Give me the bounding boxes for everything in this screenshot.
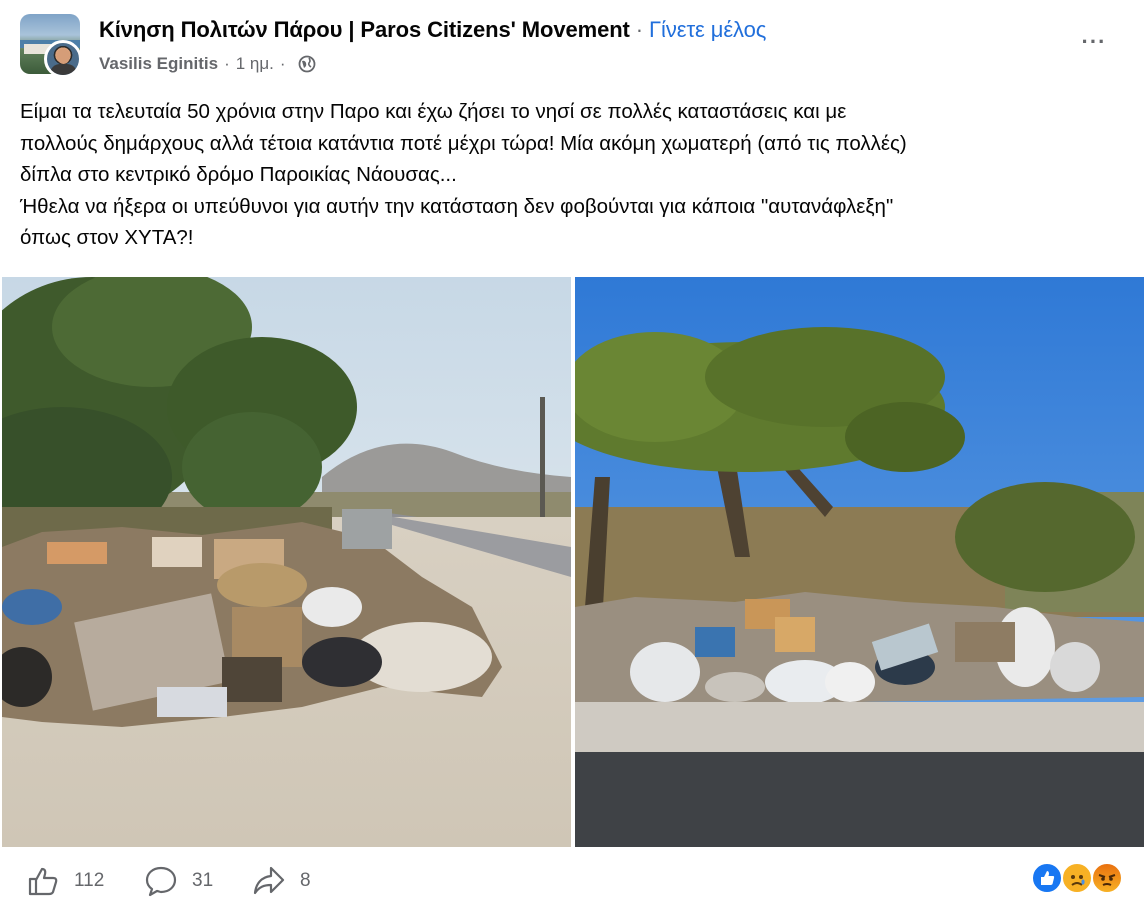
like-button[interactable]: 112	[26, 864, 104, 898]
sad-reaction-icon	[1061, 862, 1093, 894]
share-button[interactable]: 8	[252, 864, 311, 898]
post-text-line: δίπλα στο κεντρικό δρόμο Παροικίας Νάουσ…	[20, 163, 457, 186]
post-text-line: Ήθελα να ήξερα οι υπεύθυνοι για αυτήν τη…	[20, 194, 894, 218]
thumbs-up-icon	[28, 867, 58, 896]
comment-count: 31	[192, 870, 214, 891]
comment-bubble-icon	[145, 866, 177, 897]
post-header: Κίνηση Πολιτών Πάρου | Paros Citizens' M…	[0, 0, 1144, 90]
share-count: 8	[300, 870, 311, 891]
post-text-line: όπως στον ΧΥΤΑ?!	[20, 226, 194, 249]
post-text-line: πολλούς δημάρχους αλλά τέτοια κατάντια π…	[20, 131, 907, 155]
group-title: Κίνηση Πολιτών Πάρου | Paros Citizens' M…	[99, 17, 766, 43]
meta-separator: ·	[224, 54, 230, 73]
join-group-link[interactable]: Γίνετε μέλος	[649, 17, 766, 42]
meta-separator-2: ·	[279, 54, 286, 73]
post-actions-bar: 112 31 8	[0, 848, 1144, 914]
facebook-post: Κίνηση Πολιτών Πάρου | Paros Citizens' M…	[0, 0, 1144, 914]
post-text: Είμαι τα τελευταία 50 χρόνια στην Παρο κ…	[20, 96, 1130, 254]
post-photo-right[interactable]	[575, 277, 1144, 847]
post-text-line: Είμαι τα τελευταία 50 χρόνια στην Παρο κ…	[20, 100, 847, 123]
globe-icon	[298, 55, 316, 73]
group-name-link[interactable]: Κίνηση Πολιτών Πάρου | Paros Citizens' M…	[99, 17, 630, 42]
author-name-link[interactable]: Vasilis Eginitis	[99, 54, 218, 74]
like-reaction-icon	[1031, 862, 1063, 894]
more-options-icon[interactable]: ···	[1079, 30, 1109, 54]
post-timestamp-link[interactable]: 1 ημ.	[236, 54, 274, 74]
reactions-summary[interactable]	[1031, 862, 1127, 896]
like-count: 112	[74, 870, 105, 891]
angry-reaction-icon	[1091, 862, 1123, 894]
post-photo-left[interactable]	[2, 277, 571, 847]
post-meta: Vasilis Eginitis · 1 ημ. ·	[99, 54, 316, 74]
comment-button[interactable]: 31	[144, 864, 213, 898]
share-arrow-icon	[253, 866, 285, 895]
title-separator: ·	[635, 17, 644, 42]
user-avatar[interactable]	[44, 40, 82, 78]
